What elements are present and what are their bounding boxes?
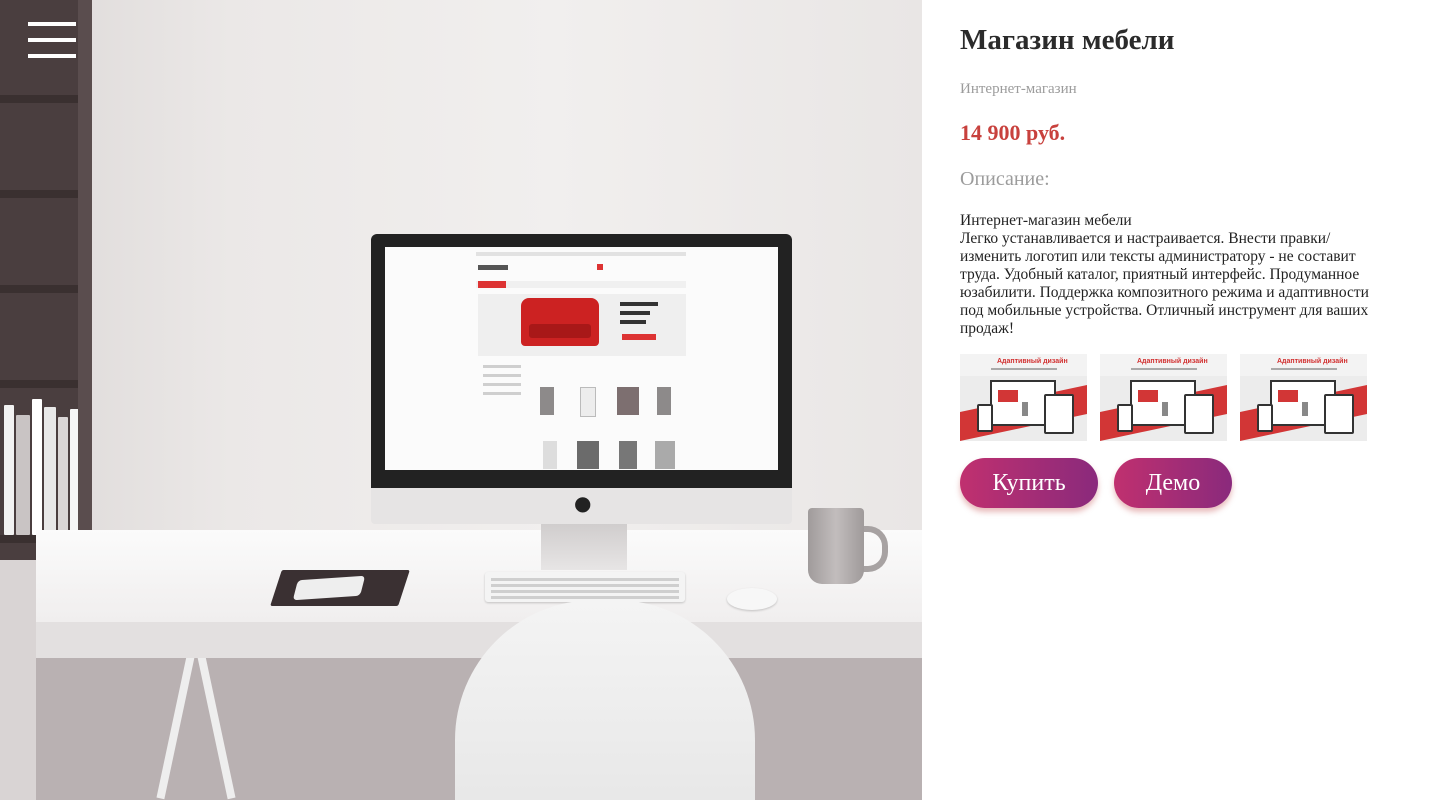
hamburger-menu-icon[interactable] (28, 22, 76, 60)
shelf-side (78, 0, 92, 560)
thumbnail-gallery: Адаптивный дизайн Адаптивный дизайн Адап… (960, 354, 1380, 441)
description-label: Описание: (960, 168, 1050, 190)
site-accent (597, 264, 603, 270)
desk-edge (36, 622, 922, 658)
thumbnail-caption: Адаптивный дизайн (1277, 358, 1348, 365)
site-logo (478, 265, 508, 270)
site-topbar (476, 252, 686, 256)
action-buttons: Купить Демо (960, 458, 1260, 510)
product-price: 14 900 руб. (960, 120, 1066, 145)
banner-button (622, 334, 656, 340)
buy-button[interactable]: Купить (960, 458, 1098, 508)
thumbnail-2[interactable]: Адаптивный дизайн (1100, 354, 1227, 441)
product-description: Интернет-магазин мебели Легко устанавлив… (960, 212, 1390, 338)
thumbnail-3[interactable]: Адаптивный дизайн (1240, 354, 1367, 441)
site-sidebar (483, 365, 521, 405)
mouse (727, 588, 777, 610)
apple-logo-icon: ● (574, 491, 592, 515)
description-line: Интернет-магазин мебели (960, 212, 1132, 229)
keyboard (485, 572, 685, 602)
demo-button[interactable]: Демо (1114, 458, 1232, 508)
sofa-image (521, 298, 599, 346)
description-line: Легко устанавливается и настраивается. В… (960, 230, 1369, 337)
thumbnail-1[interactable]: Адаптивный дизайн (960, 354, 1087, 441)
site-products (525, 375, 695, 470)
mug (808, 508, 864, 584)
site-nav (476, 281, 686, 288)
product-category: Интернет-магазин (960, 81, 1077, 97)
hero-image: ● (0, 0, 922, 800)
thumbnail-caption: Адаптивный дизайн (997, 358, 1068, 365)
product-title: Магазин мебели (960, 24, 1175, 56)
thumbnail-caption: Адаптивный дизайн (1137, 358, 1208, 365)
desk (36, 530, 922, 622)
banner-text (620, 302, 664, 334)
imac-stand (541, 524, 627, 570)
